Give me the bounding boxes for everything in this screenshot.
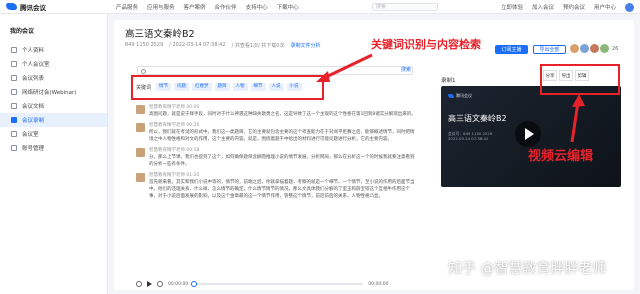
arrow-head-video <box>572 94 585 107</box>
watermark: 知乎 @智慧教育胖胖老师 <box>448 261 607 277</box>
arrow-head-search <box>316 71 330 82</box>
annotation-video-label: 视频云编辑 <box>528 149 594 164</box>
annotation-search-label: 关键词识别与内容检索 <box>371 38 481 51</box>
arrow-line-search <box>323 53 373 80</box>
arrow-line-video <box>570 101 580 143</box>
